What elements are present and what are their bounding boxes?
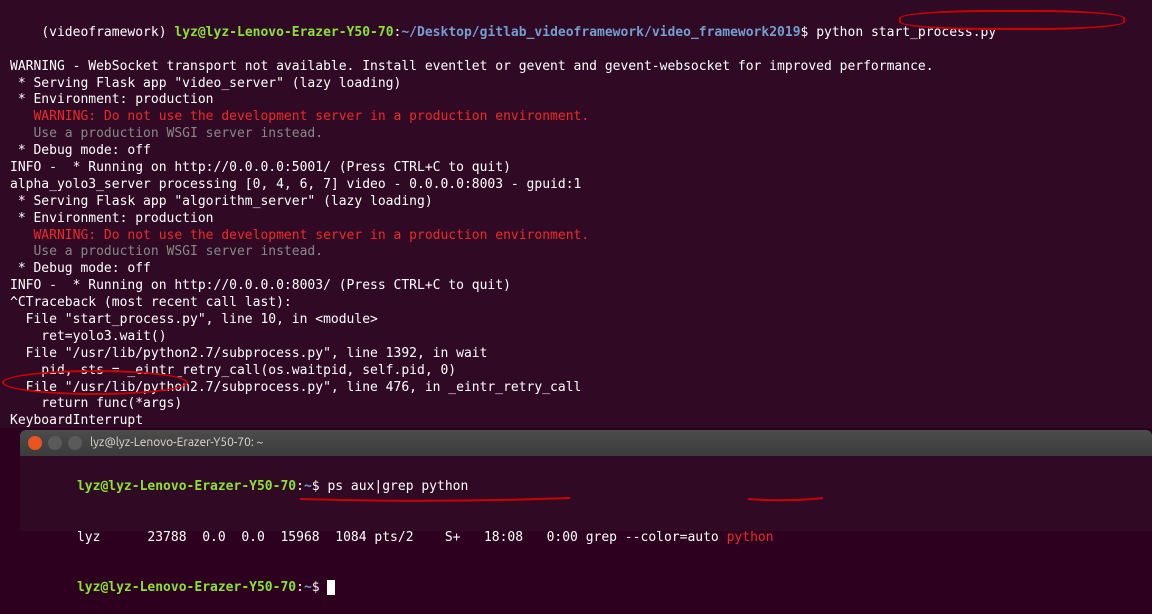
titlebar[interactable]: lyz@lyz-Lenovo-Erazer-Y50-70: ~ — [20, 430, 1152, 456]
output-line: pid, sts = _eintr_retry_call(os.waitpid,… — [10, 363, 1142, 380]
close-button[interactable] — [28, 436, 42, 450]
output-line: * Debug mode: off — [10, 143, 1142, 160]
output-line: File "start_process.py", line 10, in <mo… — [10, 312, 1142, 329]
warning-line: WARNING: Do not use the development serv… — [10, 109, 1142, 126]
ps-output-line: lyz 23788 0.0 0.0 15968 1084 pts/2 S+ 18… — [30, 513, 1142, 564]
user-host: lyz@lyz-Lenovo-Erazer-Y50-70 — [77, 479, 296, 494]
command-text: ps aux|grep python — [327, 479, 468, 494]
warning-line: WARNING: Do not use the development serv… — [10, 228, 1142, 245]
output-line: * Environment: production — [10, 92, 1142, 109]
terminal-window-bottom: lyz@lyz-Lenovo-Erazer-Y50-70: ~ lyz@lyz-… — [0, 430, 1152, 531]
window-title: lyz@lyz-Lenovo-Erazer-Y50-70: ~ — [90, 435, 263, 451]
user-host: lyz@lyz-Lenovo-Erazer-Y50-70 — [77, 580, 296, 595]
output-line: return func(*args) — [10, 396, 1142, 413]
grep-match: python — [727, 530, 774, 545]
prompt-line-1: lyz@lyz-Lenovo-Erazer-Y50-70:~$ ps aux|g… — [30, 462, 1142, 513]
minimize-button[interactable] — [48, 436, 62, 450]
keyboard-interrupt: KeyboardInterrupt — [10, 413, 1142, 428]
cwd-path: ~ — [304, 479, 312, 494]
output-line: ^CTraceback (most recent call last): — [10, 295, 1142, 312]
venv-label: (videoframework) — [41, 25, 174, 40]
terminal-window-top[interactable]: (videoframework) lyz@lyz-Lenovo-Erazer-Y… — [0, 0, 1152, 428]
output-line: * Debug mode: off — [10, 261, 1142, 278]
output-line: * Serving Flask app "video_server" (lazy… — [10, 76, 1142, 93]
output-line: * Environment: production — [10, 211, 1142, 228]
maximize-button[interactable] — [68, 436, 82, 450]
output-line: Use a production WSGI server instead. — [10, 244, 1142, 261]
output-line: INFO - * Running on http://0.0.0.0:8003/… — [10, 278, 1142, 295]
output-line: * Serving Flask app "algorithm_server" (… — [10, 194, 1142, 211]
window-controls — [28, 436, 82, 450]
output-line: alpha_yolo3_server processing [0, 4, 6, … — [10, 177, 1142, 194]
output-line: ret=yolo3.wait() — [10, 329, 1142, 346]
output-line: Use a production WSGI server instead. — [10, 126, 1142, 143]
output-line: File "/usr/lib/python2.7/subprocess.py",… — [10, 346, 1142, 363]
terminal-content[interactable]: lyz@lyz-Lenovo-Erazer-Y50-70:~$ ps aux|g… — [20, 456, 1152, 531]
prompt-line-2[interactable]: lyz@lyz-Lenovo-Erazer-Y50-70:~$ — [30, 563, 1142, 614]
prompt-line-1: (videoframework) lyz@lyz-Lenovo-Erazer-Y… — [10, 8, 1142, 59]
cursor — [327, 580, 335, 595]
cwd-path: ~/Desktop/gitlab_videoframework/video_fr… — [401, 25, 800, 40]
user-host: lyz@lyz-Lenovo-Erazer-Y50-70 — [174, 25, 393, 40]
output-line: WARNING - WebSocket transport not availa… — [10, 59, 1142, 76]
command-text: python start_process.py — [816, 25, 996, 40]
output-line: File "/usr/lib/python2.7/subprocess.py",… — [10, 380, 1142, 397]
cwd-path: ~ — [304, 580, 312, 595]
output-line: INFO - * Running on http://0.0.0.0:5001/… — [10, 160, 1142, 177]
